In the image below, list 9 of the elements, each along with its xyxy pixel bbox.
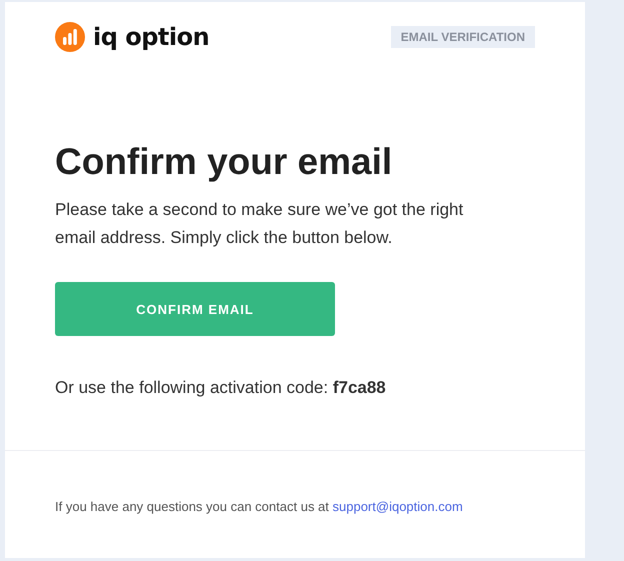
logo-icon: [55, 22, 85, 52]
logo-text: iq option: [93, 23, 210, 51]
footer-text: If you have any questions you can contact us at support@iqoption.com: [55, 499, 464, 514]
intro-text: Please take a second to make sure we’ve got the right email address. Simply click the button below.: [55, 199, 464, 249]
support-email-link[interactable]: support@iqoption.com: [332, 499, 463, 514]
activation-code-text: Or use the following activation code: f7ca88: [55, 378, 387, 398]
page-heading: Confirm your email: [55, 140, 394, 184]
confirm-email-button[interactable]: CONFIRM EMAIL: [55, 282, 335, 336]
verification-badge: EMAIL VERIFICATION: [390, 26, 535, 48]
